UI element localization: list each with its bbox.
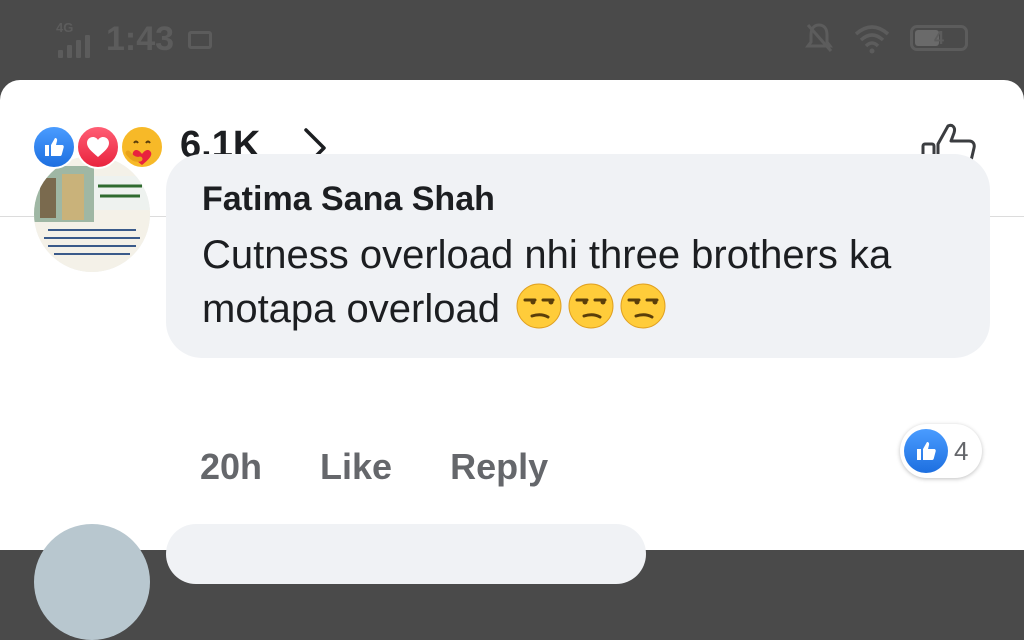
love-reaction-icon (76, 125, 120, 169)
battery-icon: 4 (910, 25, 968, 51)
reactions-sheet: 6.1K Fatima Sana Shah Cutness overload n… (0, 80, 1024, 640)
reply-button[interactable]: Reply (450, 446, 548, 488)
status-time: 1:43 (106, 20, 175, 58)
network-type: 4G (56, 19, 74, 35)
status-left: 4G 1:43 (56, 19, 213, 59)
like-badge-icon (904, 429, 948, 473)
like-button[interactable]: Like (320, 446, 392, 488)
avatar-image (34, 156, 150, 272)
reaction-icons (32, 125, 172, 169)
mute-icon (805, 23, 833, 52)
care-reaction-icon (120, 125, 164, 169)
comment-author[interactable]: Fatima Sana Shah (202, 180, 495, 219)
next-comment-bubble[interactable] (166, 524, 646, 584)
next-comment-avatar[interactable] (34, 524, 150, 640)
like-reaction-icon (32, 125, 76, 169)
avatar[interactable] (34, 156, 150, 272)
sim-icon (188, 30, 213, 49)
comment-text: Cutness overload nhi three brothers ka m… (202, 228, 962, 336)
unamused-face-icon (516, 283, 562, 329)
wifi-icon (854, 25, 890, 54)
comment-timestamp[interactable]: 20h (200, 446, 262, 488)
battery-level: 4 (933, 27, 944, 48)
unamused-face-icon (620, 283, 666, 329)
status-right: 4 (804, 22, 968, 54)
comment-like-count: 4 (954, 435, 969, 466)
comment-actions: 20h Like Reply (200, 446, 548, 488)
unamused-face-icon (568, 283, 614, 329)
status-bar: 4G 1:43 4 (0, 0, 1024, 80)
comment-like-badge[interactable]: 4 (900, 424, 982, 478)
comment-bubble[interactable]: Fatima Sana Shah Cutness overload nhi th… (166, 154, 990, 358)
